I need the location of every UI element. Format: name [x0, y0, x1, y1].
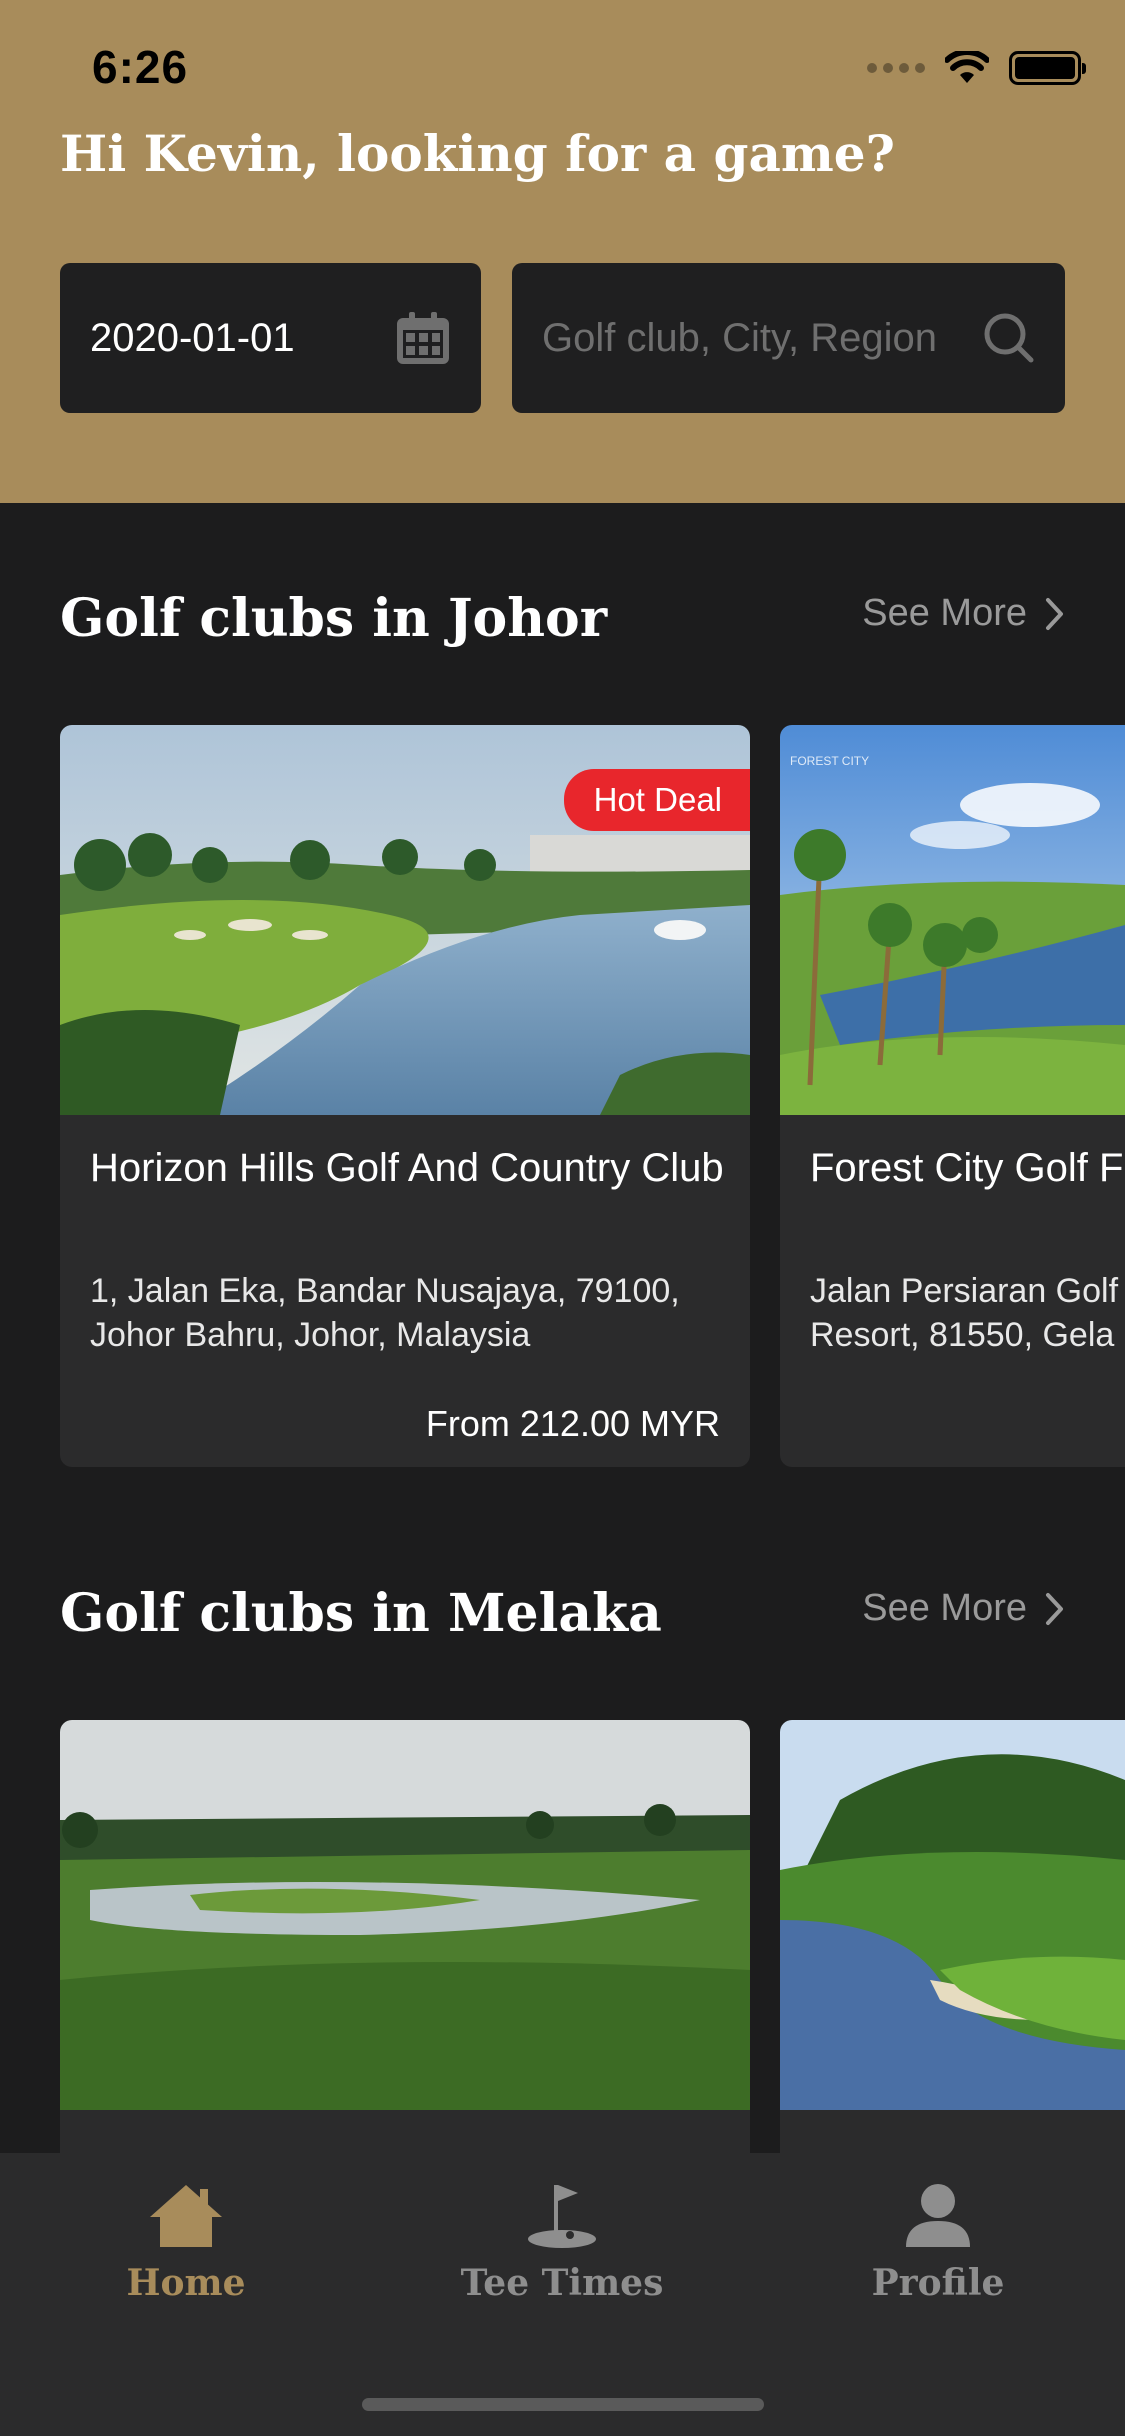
see-more-label: See More — [862, 1587, 1027, 1629]
club-photo: FOREST CITY — [780, 725, 1125, 1115]
hot-deal-badge: Hot Deal — [563, 769, 750, 831]
search-icon[interactable] — [983, 312, 1035, 364]
header: 6:26 Hi Kevin, looking for a game? 2020-… — [0, 0, 1125, 503]
club-name: Horizon Hills Golf And Country Club — [90, 1146, 724, 1190]
tab-home-label: Home — [126, 2262, 246, 2304]
home-indicator — [362, 2398, 764, 2411]
golf-flag-icon — [528, 2185, 596, 2248]
status-icons — [867, 48, 1086, 88]
club-card[interactable]: FOREST CITY Forest City Golf F Jalan Per… — [780, 725, 1125, 1467]
club-price: From 212.00 MYR — [425, 1403, 720, 1444]
home-icon — [150, 2185, 222, 2247]
battery-icon — [1009, 51, 1086, 85]
section-title-johor: Golf clubs in Johor — [60, 588, 608, 649]
club-address: Jalan Persiaran Golf Resort, 81550, Gela — [810, 1272, 1119, 1354]
search-bar[interactable] — [512, 263, 1065, 413]
tab-tee-times[interactable]: Tee Times — [422, 2181, 702, 2304]
club-photo — [60, 1720, 750, 2110]
club-photo — [780, 1720, 1125, 2110]
svg-text:FOREST CITY: FOREST CITY — [790, 754, 869, 768]
search-input[interactable] — [542, 315, 983, 361]
tab-profile-label: Profile — [871, 2262, 1005, 2304]
greeting-title: Hi Kevin, looking for a game? — [60, 124, 895, 183]
club-name: Forest City Golf F — [810, 1146, 1124, 1190]
person-icon — [906, 2184, 970, 2247]
section-title-melaka: Golf clubs in Melaka — [60, 1583, 662, 1644]
date-value: 2020-01-01 — [90, 315, 295, 360]
club-card[interactable]: Hot Deal Horizon Hills Golf And Country … — [60, 725, 750, 1467]
signal-icon — [867, 63, 925, 73]
tab-tee-times-label: Tee Times — [460, 2262, 664, 2304]
club-photo: Hot Deal — [60, 725, 750, 1115]
tab-profile[interactable]: Profile — [798, 2181, 1078, 2304]
see-more-johor[interactable]: See More — [862, 592, 1065, 635]
see-more-label: See More — [862, 592, 1027, 634]
chevron-right-icon — [1046, 1592, 1063, 1625]
calendar-icon[interactable] — [395, 310, 451, 366]
tab-home[interactable]: Home — [46, 2181, 326, 2304]
club-address: 1, Jalan Eka, Bandar Nusajaya, 79100, Jo… — [90, 1272, 680, 1354]
see-more-melaka[interactable]: See More — [862, 1587, 1065, 1630]
date-picker[interactable]: 2020-01-01 — [60, 263, 481, 413]
status-time: 6:26 — [92, 41, 189, 93]
tab-bar: Home Tee Times Profile — [0, 2153, 1125, 2436]
wifi-icon — [945, 51, 989, 83]
chevron-right-icon — [1046, 597, 1063, 630]
